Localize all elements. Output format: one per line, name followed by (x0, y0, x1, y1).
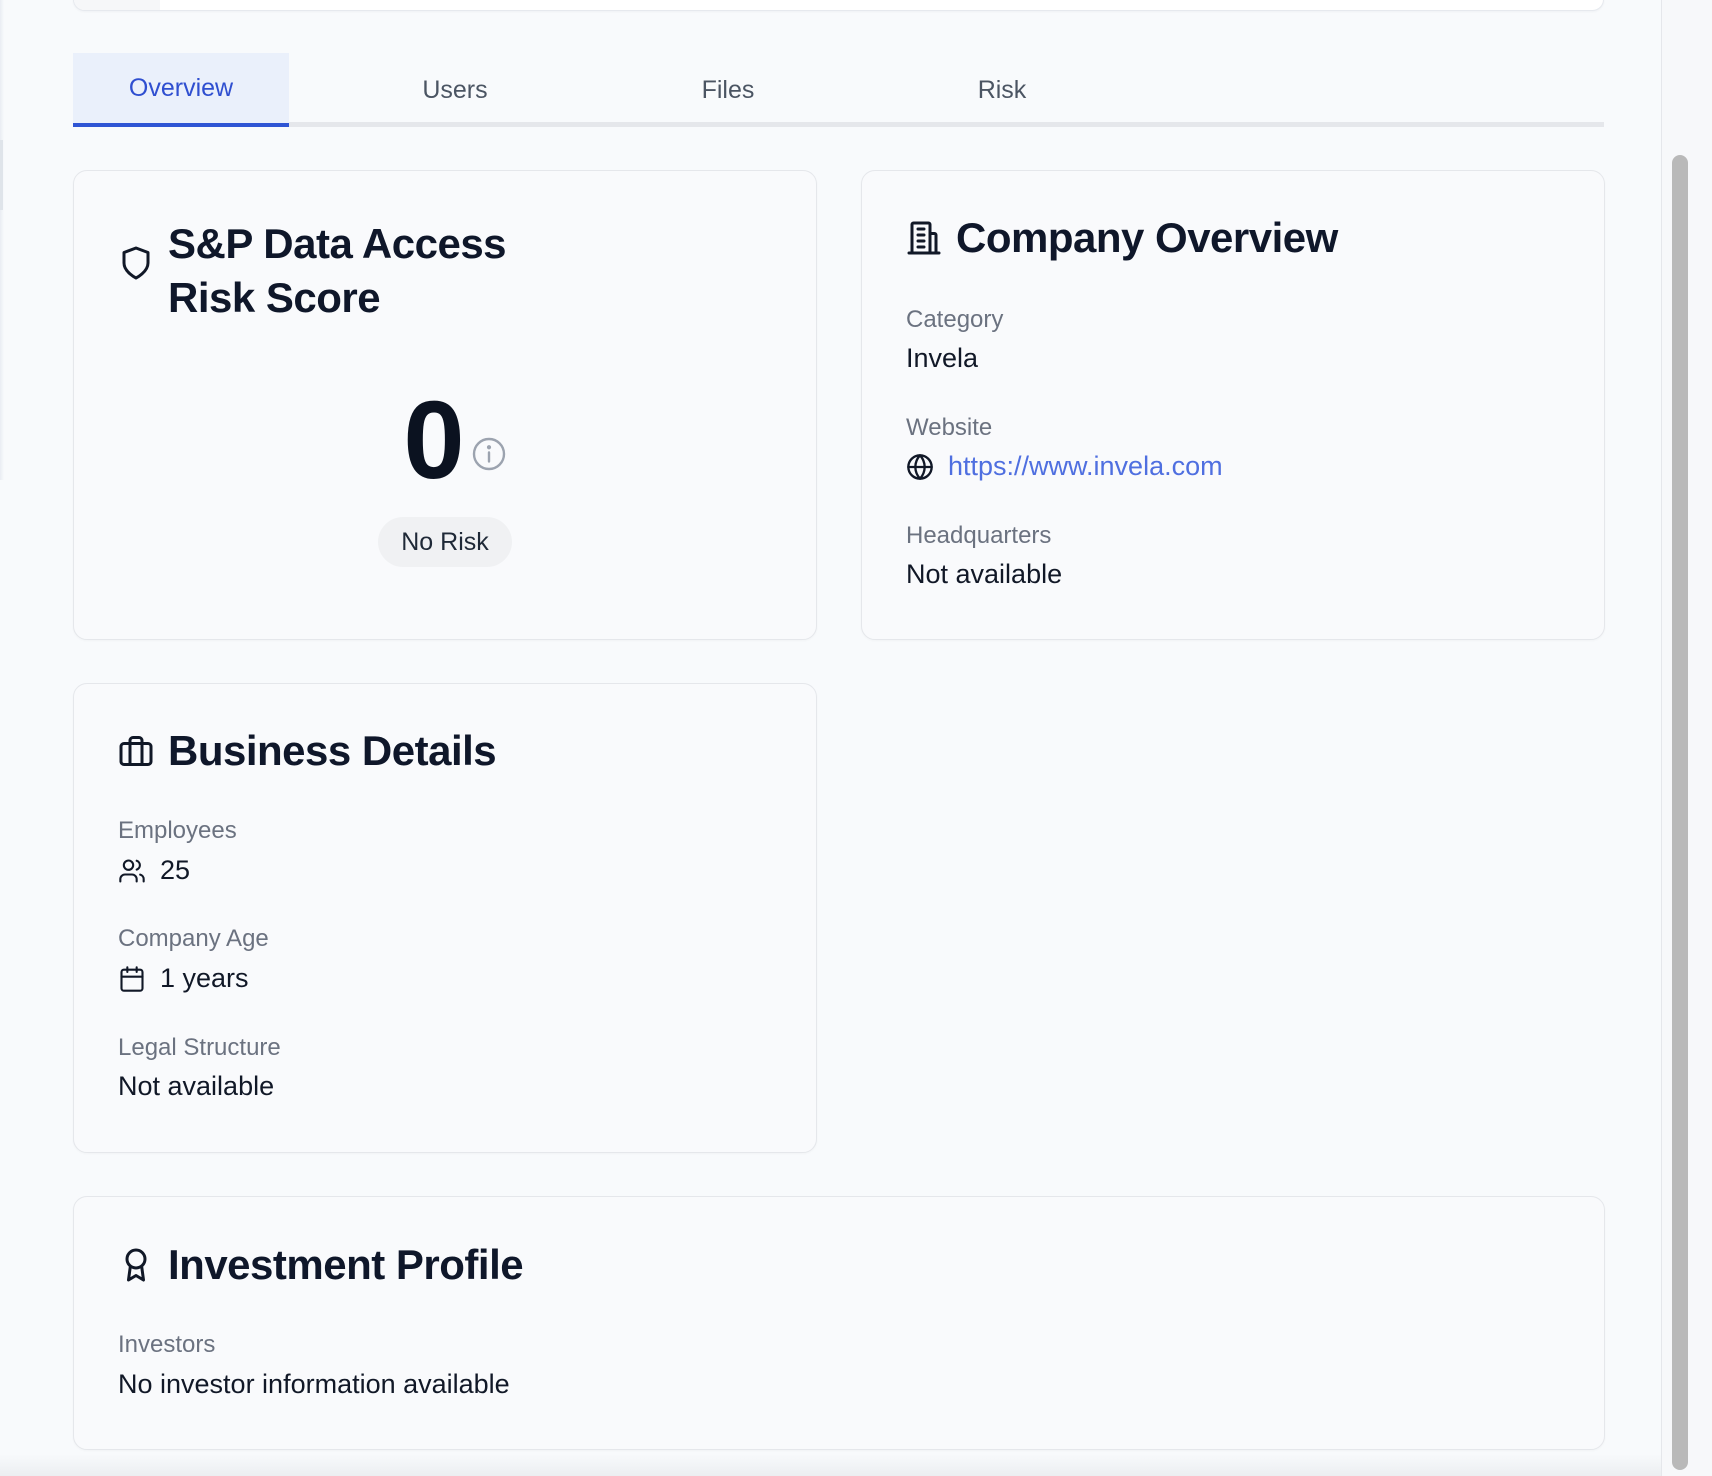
investors-label: Investors (118, 1331, 216, 1358)
scrollbar-thumb[interactable] (1672, 155, 1688, 1470)
company-overview-title-text: Company Overview (956, 214, 1338, 261)
calendar-icon (118, 965, 146, 993)
employees-value: 25 (118, 855, 190, 886)
risk-score-title-text: S&P Data Access Risk Score (168, 220, 507, 321)
header-card-remnant (73, 0, 1604, 11)
headquarters-label: Headquarters (906, 522, 1052, 549)
risk-score-card: S&P Data Access Risk Score 0 No Risk (73, 170, 817, 640)
legal-structure-value: Not available (118, 1071, 275, 1101)
legal-structure-label: Legal Structure (118, 1034, 281, 1061)
company-age-label: Company Age (118, 925, 269, 952)
headquarters-value: Not available (906, 559, 1063, 589)
investors-value: No investor information available (118, 1369, 510, 1399)
tab-files[interactable]: Files (620, 53, 836, 127)
award-icon (118, 1247, 154, 1283)
website-value: https://www.invela.com (906, 451, 1223, 482)
company-age-value: 1 years (118, 963, 249, 994)
company-age-text: 1 years (160, 963, 249, 993)
bottom-fade (0, 1454, 1661, 1476)
sidebar-edge-shadow (0, 0, 4, 480)
shield-icon (118, 245, 154, 281)
website-label: Website (906, 414, 993, 441)
globe-icon (906, 453, 934, 481)
header-card-strip (74, 0, 160, 10)
website-link[interactable]: https://www.invela.com (948, 451, 1223, 482)
risk-status-badge: No Risk (378, 517, 512, 567)
employees-label: Employees (118, 817, 237, 844)
briefcase-icon (118, 733, 154, 769)
investment-profile-title-text: Investment Profile (168, 1241, 524, 1288)
risk-score-title: S&P Data Access Risk Score (118, 217, 538, 325)
risk-score-value: 0 (403, 379, 465, 502)
company-detail-page: Overview Users Files Risk S&P Data Acces… (0, 0, 1712, 1476)
tab-risk[interactable]: Risk (894, 53, 1110, 127)
sidebar-edge-notch (0, 140, 3, 210)
tab-track (73, 122, 1604, 127)
tab-overview[interactable]: Overview (73, 53, 289, 127)
category-value: Invela (906, 343, 979, 373)
investment-profile-card: Investment Profile Investors No investor… (73, 1196, 1605, 1450)
business-details-title: Business Details (118, 724, 497, 778)
business-details-card: Business Details Employees 25 Company Ag… (73, 683, 817, 1153)
employees-count: 25 (160, 855, 191, 885)
tab-users[interactable]: Users (347, 53, 563, 127)
tab-bar: Overview Users Files Risk (73, 53, 1604, 127)
category-label: Category (906, 306, 1004, 333)
business-details-title-text: Business Details (168, 727, 497, 774)
users-icon (118, 857, 146, 885)
company-overview-title: Company Overview (906, 211, 1338, 265)
info-icon[interactable] (471, 436, 507, 472)
investment-profile-title: Investment Profile (118, 1238, 524, 1292)
company-overview-card: Company Overview Category Invela Website… (861, 170, 1605, 640)
building-icon (906, 220, 942, 256)
